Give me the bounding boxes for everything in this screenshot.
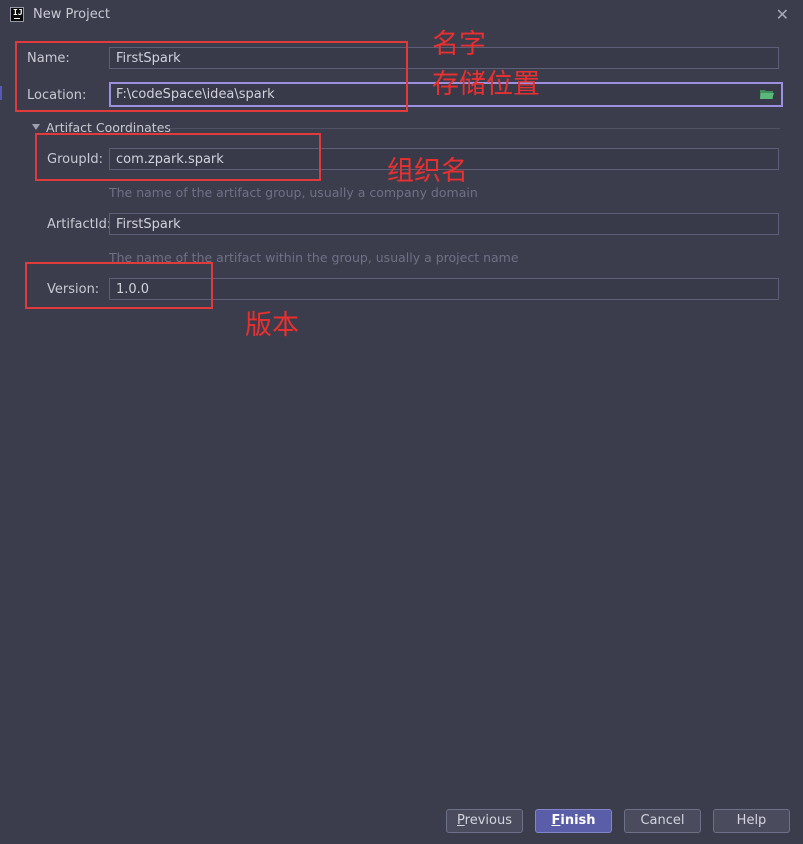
annotation-name: 名字 [432, 29, 486, 60]
annotation-location: 存储位置 [432, 69, 540, 100]
version-highlight-box [25, 262, 213, 309]
name-location-highlight-box [15, 41, 408, 112]
edge-mark [0, 86, 2, 100]
finish-button[interactable]: Finish [535, 809, 612, 833]
annotation-version: 版本 [245, 310, 299, 341]
annotation-groupid: 组织名 [387, 156, 468, 187]
groupid-hint: The name of the artifact group, usually … [109, 185, 478, 200]
close-icon[interactable]: ✕ [776, 5, 789, 24]
previous-button[interactable]: Previous [446, 809, 523, 833]
folder-icon[interactable] [760, 89, 774, 99]
section-divider [168, 128, 780, 129]
title-bar: IJ New Project ✕ [0, 0, 803, 30]
collapse-triangle-icon [32, 124, 40, 130]
cancel-button[interactable]: Cancel [624, 809, 701, 833]
window-title: New Project [33, 7, 110, 22]
help-button[interactable]: Help [713, 809, 790, 833]
groupid-highlight-box [35, 133, 321, 181]
intellij-app-icon: IJ [10, 7, 24, 22]
artifactid-input[interactable] [109, 213, 779, 235]
artifactid-label: ArtifactId: [47, 217, 112, 232]
